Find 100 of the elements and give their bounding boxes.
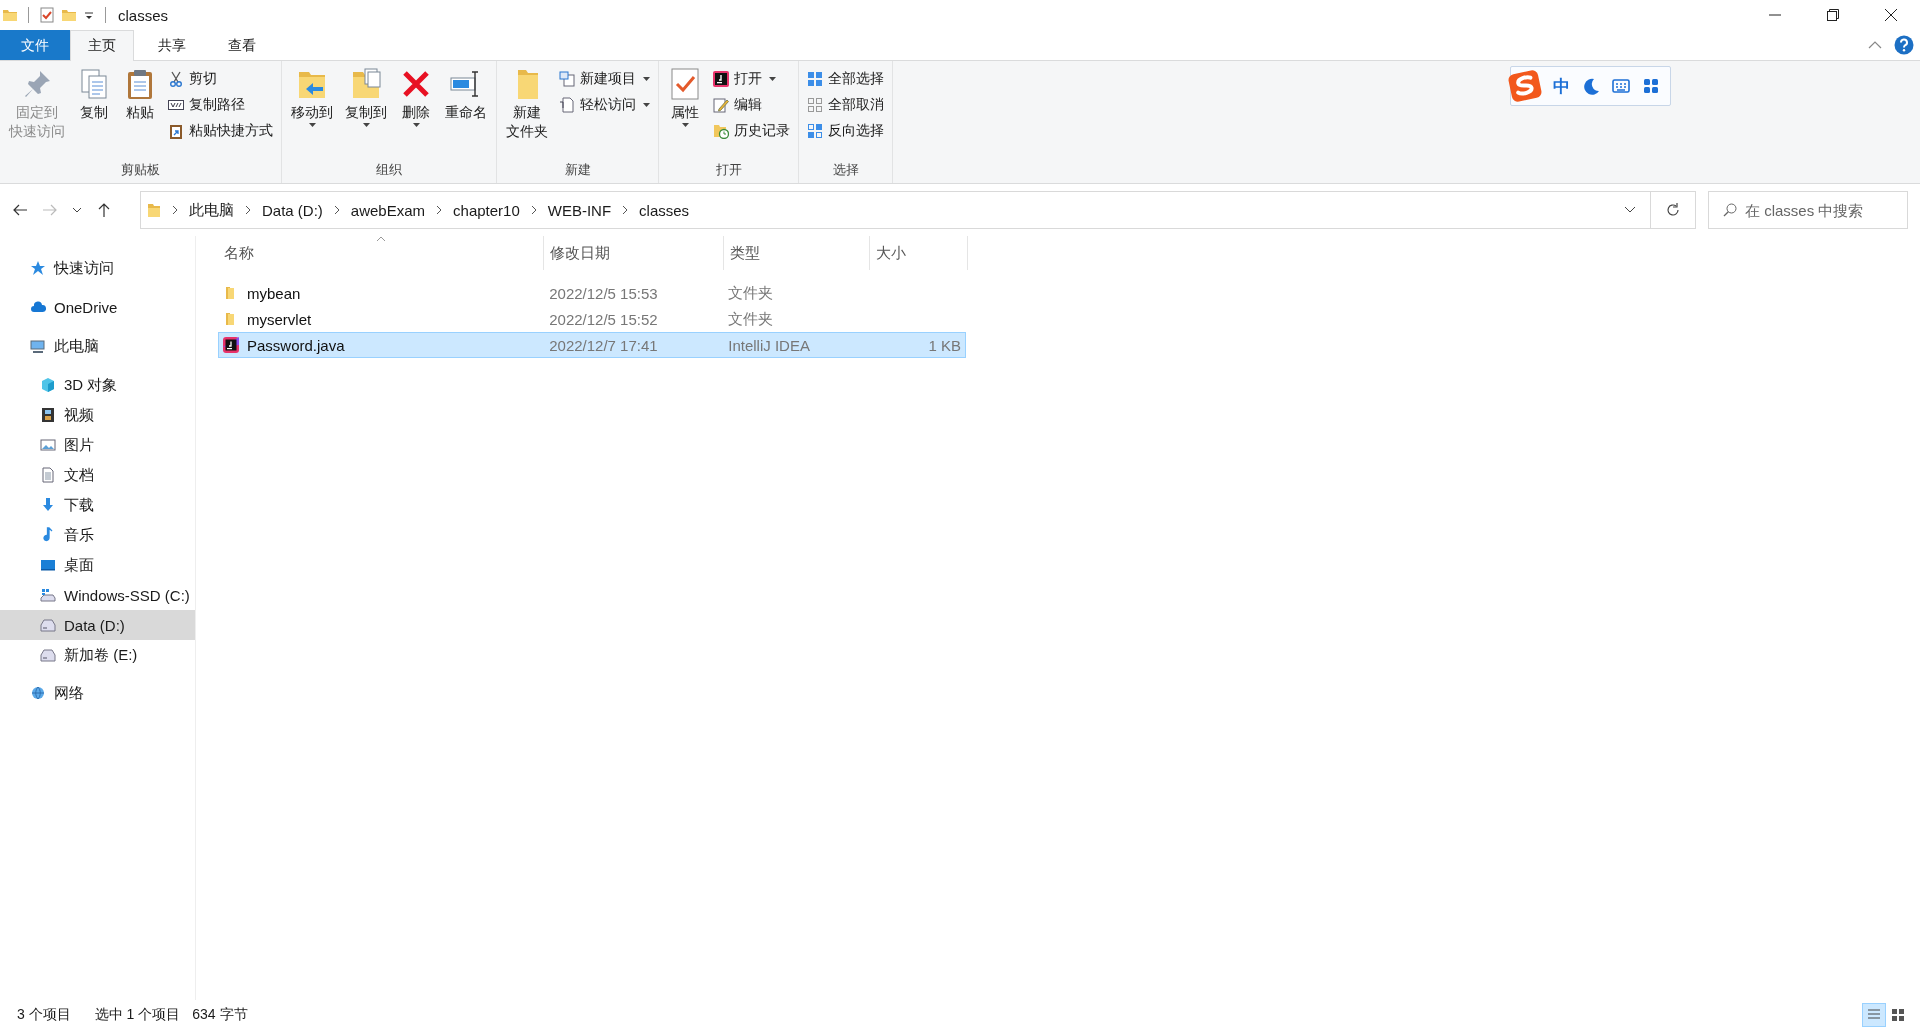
chevron-icon[interactable]: [435, 205, 444, 215]
refresh-icon[interactable]: [1665, 202, 1681, 218]
document-icon: [40, 467, 56, 483]
ribbon-button[interactable]: 全部取消: [803, 93, 888, 117]
sidebar-item[interactable]: Data (D:): [0, 610, 195, 640]
table-cell-text: IntelliJ IDEA: [727, 335, 811, 356]
download-icon: [40, 497, 56, 513]
breadcrumb[interactable]: WEB-INF: [547, 201, 612, 219]
folder-icon: [147, 202, 161, 218]
ribbon-button[interactable]: 复制: [72, 65, 116, 124]
chevron-icon[interactable]: [244, 205, 252, 215]
breadcrumb[interactable]: awebExam: [350, 201, 426, 219]
ribbon-button[interactable]: 编辑: [709, 93, 794, 117]
column-header[interactable]: 修改日期: [544, 236, 724, 270]
file-menu-tab[interactable]: 文件: [0, 30, 70, 60]
selection-count: 选中 1 个项目: [94, 1006, 181, 1024]
ribbon-tab[interactable]: 共享: [140, 30, 204, 60]
sidebar-item[interactable]: 图片: [0, 430, 195, 460]
ime-logo-icon[interactable]: [1507, 68, 1543, 104]
edit-icon: [713, 97, 729, 113]
file-row[interactable]: mybean 2022/12/5 15:53 文件夹: [218, 280, 966, 306]
selection-size: 634 字节: [192, 1006, 248, 1024]
sidebar-item[interactable]: 视频: [0, 400, 195, 430]
ribbon-button[interactable]: 历史记录: [709, 119, 794, 143]
star-icon: [30, 260, 46, 276]
easy-access-icon: [559, 97, 575, 113]
keyboard-icon[interactable]: [1612, 78, 1630, 94]
search-field[interactable]: 在 classes 中搜索: [1708, 191, 1908, 229]
sidebar-item[interactable]: 此电脑: [0, 331, 195, 361]
sidebar-item[interactable]: 下载: [0, 490, 195, 520]
up-arrow-icon[interactable]: [96, 202, 112, 218]
sort-caret-icon[interactable]: [375, 236, 386, 242]
sidebar-item[interactable]: 3D 对象: [0, 370, 195, 400]
ribbon-button[interactable]: 新建 文件夹: [501, 65, 553, 143]
file-row[interactable]: Password.java 2022/12/7 17:41 IntelliJ IDEA 1 KB: [218, 332, 966, 358]
breadcrumb[interactable]: classes: [639, 201, 690, 219]
app-logo-icon: [223, 337, 239, 353]
ribbon-button[interactable]: 复制路径: [164, 93, 277, 117]
file-row[interactable]: myservlet 2022/12/5 15:52 文件夹: [218, 306, 966, 332]
ribbon-button[interactable]: 打开: [709, 67, 794, 91]
column-header[interactable]: 大小: [870, 236, 968, 270]
ribbon-button[interactable]: 反向选择: [803, 119, 888, 143]
sidebar-item[interactable]: 新加卷 (E:): [0, 640, 195, 670]
dropdown-icon[interactable]: [1624, 206, 1636, 214]
moon-icon[interactable]: [1582, 77, 1600, 95]
ribbon-button[interactable]: 删除: [394, 65, 438, 129]
sidebar-item[interactable]: 文档: [0, 460, 195, 490]
column-header[interactable]: 类型: [724, 236, 870, 270]
sidebar-item[interactable]: 桌面: [0, 550, 195, 580]
ime-toolbar[interactable]: 中: [1510, 66, 1671, 106]
collapse-ribbon-icon[interactable]: [1868, 40, 1882, 50]
breadcrumb[interactable]: Data (D:): [262, 201, 323, 219]
file-name: mybean: [247, 284, 301, 302]
grid-icon[interactable]: [1642, 77, 1660, 95]
chevron-icon[interactable]: [171, 205, 179, 215]
sidebar-item[interactable]: 快速访问: [0, 253, 195, 283]
cloud-icon: [30, 299, 46, 315]
shortcut-icon: [168, 123, 184, 139]
sidebar-item[interactable]: 音乐: [0, 520, 195, 550]
ribbon-button[interactable]: 粘贴快捷方式: [164, 119, 277, 143]
help-icon[interactable]: [1894, 35, 1914, 55]
history-icon: [713, 123, 729, 139]
breadcrumb[interactable]: chapter10: [453, 201, 520, 219]
ribbon-button[interactable]: 复制到: [340, 65, 392, 129]
chevron-icon[interactable]: [529, 205, 538, 215]
ribbon-tab[interactable]: 查看: [210, 30, 274, 60]
ribbon-tab[interactable]: 主页: [70, 30, 134, 61]
scissors-icon: [168, 71, 184, 87]
ribbon-button[interactable]: 属性: [663, 65, 707, 129]
ribbon-button[interactable]: 新建项目: [555, 67, 654, 91]
ribbon-group-label: 选择: [831, 161, 860, 179]
ribbon-button[interactable]: 重命名: [440, 65, 492, 124]
table-cell-text: 1 KB: [927, 335, 962, 356]
back-arrow-icon[interactable]: [12, 202, 28, 218]
chevron-icon[interactable]: [621, 205, 630, 215]
film-icon: [40, 407, 56, 423]
close-icon[interactable]: [1885, 9, 1897, 21]
table-cell-text: 文件夹: [727, 308, 775, 329]
chevron-icon[interactable]: [332, 205, 341, 215]
ribbon-button[interactable]: 全部选择: [803, 67, 888, 91]
path-icon: [168, 97, 184, 113]
sidebar-item[interactable]: 网络: [0, 678, 195, 708]
sidebar-item[interactable]: OneDrive: [0, 292, 195, 322]
search-input[interactable]: 在 classes 中搜索: [1745, 192, 1907, 228]
ribbon-button[interactable]: 剪切: [164, 67, 277, 91]
file-name: myservlet: [247, 310, 312, 328]
drive-icon: [40, 617, 56, 633]
address-field[interactable]: 此电脑 Data (D:) awebExam chapter10 WEB-INF classes: [140, 191, 1651, 229]
properties-icon: [668, 67, 702, 101]
column-header[interactable]: 名称: [218, 236, 544, 270]
restore-icon[interactable]: [1827, 9, 1839, 21]
file-name: Password.java: [247, 336, 345, 354]
sidebar-item[interactable]: Windows-SSD (C:): [0, 580, 195, 610]
ribbon-button[interactable]: 轻松访问: [555, 93, 654, 117]
ime-mode-toggle[interactable]: 中: [1553, 74, 1570, 98]
ribbon-button[interactable]: 移动到: [286, 65, 338, 129]
table-cell-text: 2022/12/5 15:52: [548, 309, 659, 330]
breadcrumb[interactable]: 此电脑: [189, 200, 234, 220]
properties-icon[interactable]: [39, 7, 55, 23]
ribbon-button[interactable]: 粘贴: [118, 65, 162, 124]
